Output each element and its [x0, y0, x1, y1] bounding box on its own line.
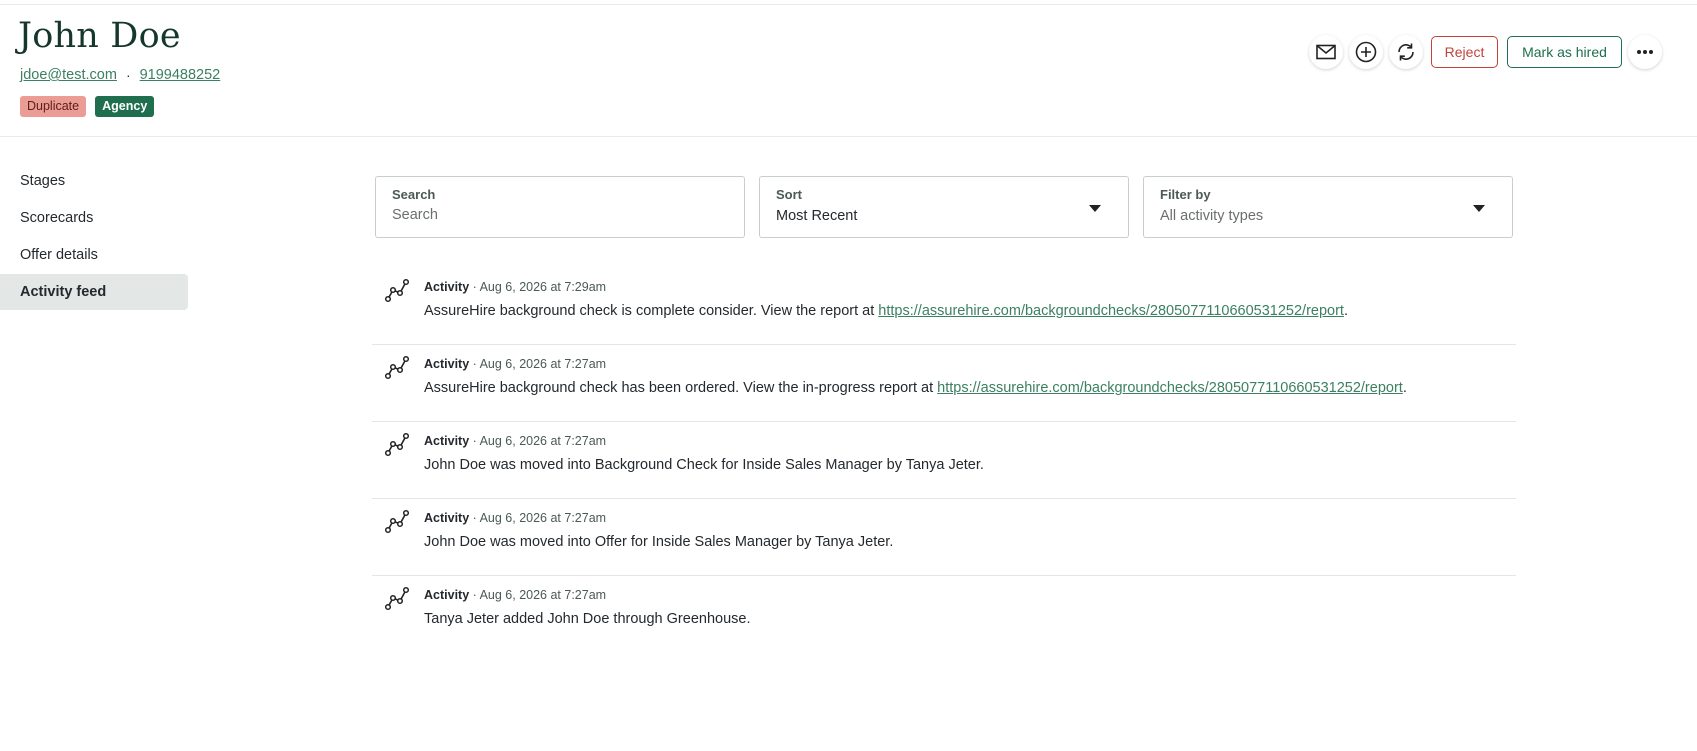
feed-item-message: Tanya Jeter added John Doe through Green… [424, 611, 751, 627]
profile-sidebar: Stages Scorecards Offer details Activity… [0, 163, 188, 311]
search-input[interactable] [392, 207, 728, 223]
feed-item-time: Aug 6, 2026 at 7:27am [479, 357, 607, 371]
search-label: Search [392, 187, 436, 202]
add-button[interactable] [1349, 35, 1383, 69]
activity-icon [384, 586, 410, 611]
feed-item-separator: · [469, 434, 480, 448]
activity-icon [384, 278, 410, 303]
feed-controls: Search Sort Most Recent Filter by All ac… [375, 176, 1513, 238]
feed-item-time: Aug 6, 2026 at 7:27am [479, 588, 607, 602]
feed-item-type: Activity [424, 357, 470, 371]
filter-label: Filter by [1160, 187, 1211, 202]
sort-select[interactable]: Sort Most Recent [759, 176, 1129, 238]
sidebar-item-stages[interactable]: Stages [0, 163, 188, 199]
feed-item-type: Activity [424, 511, 470, 525]
feed-item-type: Activity [424, 434, 470, 448]
feed-item-time: Aug 6, 2026 at 7:27am [479, 511, 607, 525]
email-button[interactable] [1309, 35, 1343, 69]
chevron-down-icon [1089, 205, 1101, 212]
feed-item: Activity · Aug 6, 2026 at 7:27am Tanya Je… [372, 576, 1516, 653]
more-horizontal-icon [1637, 50, 1653, 54]
feed-item-time: Aug 6, 2026 at 7:29am [479, 280, 607, 294]
feed-item: Activity · Aug 6, 2026 at 7:27am John Doe… [372, 422, 1516, 499]
contact-info: jdoe@test.com · 9199488252 [20, 67, 220, 83]
phone-link[interactable]: 9199488252 [140, 67, 221, 83]
reject-button[interactable]: Reject [1431, 36, 1498, 68]
feed-item-text: Tanya Jeter added John Doe through Green… [424, 611, 750, 627]
refresh-icon [1398, 43, 1414, 61]
feed-item-meta: Activity · Aug 6, 2026 at 7:27am [424, 434, 606, 448]
mark-as-hired-button[interactable]: Mark as hired [1507, 36, 1622, 68]
feed-item-meta: Activity · Aug 6, 2026 at 7:29am [424, 280, 606, 294]
feed-item: Activity · Aug 6, 2026 at 7:29am AssureHi… [372, 268, 1516, 345]
filter-select[interactable]: Filter by All activity types [1143, 176, 1513, 238]
feed-item-message: AssureHire background check has been ord… [424, 380, 938, 396]
add-circle-icon [1355, 41, 1377, 63]
feed-item-meta: Activity · Aug 6, 2026 at 7:27am [424, 357, 606, 371]
activity-feed: Activity · Aug 6, 2026 at 7:29am AssureHi… [372, 268, 1516, 653]
sort-value: Most Recent [776, 208, 858, 224]
more-options-button[interactable] [1628, 35, 1662, 69]
activity-icon [384, 432, 410, 457]
feed-item-message: John Doe was moved into Background Check… [424, 457, 984, 473]
feed-item-meta: Activity · Aug 6, 2026 at 7:27am [424, 588, 606, 602]
feed-item-message: AssureHire background check is complete … [424, 303, 879, 319]
email-link[interactable]: jdoe@test.com [20, 67, 117, 83]
activity-icon [384, 509, 410, 534]
sidebar-item-offer-details[interactable]: Offer details [0, 237, 188, 273]
feed-item-separator: · [469, 357, 480, 371]
chevron-down-icon [1473, 205, 1485, 212]
mail-icon [1316, 44, 1336, 60]
sort-label: Sort [776, 187, 802, 202]
feed-item-type: Activity [424, 280, 470, 294]
filter-value: All activity types [1160, 208, 1264, 224]
transfer-button[interactable] [1389, 35, 1423, 69]
feed-item: Activity · Aug 6, 2026 at 7:27am John Doe… [372, 499, 1516, 576]
agency-tag[interactable]: Agency [95, 96, 155, 117]
feed-item-text: AssureHire background check has been ord… [424, 380, 1407, 396]
candidate-name: John Doe [18, 16, 181, 56]
duplicate-tag[interactable]: Duplicate [20, 96, 87, 117]
activity-icon [384, 355, 410, 380]
feed-item: Activity · Aug 6, 2026 at 7:27am AssureHi… [372, 345, 1516, 422]
candidate-tags: Duplicate Agency [20, 96, 155, 117]
feed-item-text: John Doe was moved into Background Check… [424, 457, 984, 473]
search-field[interactable]: Search [375, 176, 745, 238]
feed-item-time: Aug 6, 2026 at 7:27am [479, 434, 607, 448]
sidebar-item-scorecards[interactable]: Scorecards [0, 200, 188, 236]
feed-item-text: John Doe was moved into Offer for Inside… [424, 534, 893, 550]
sidebar-item-activity-feed[interactable]: Activity feed [0, 274, 188, 310]
feed-item-end: . [1343, 303, 1348, 319]
candidate-header: John Doe jdoe@test.com · 9199488252 Dupl… [0, 0, 1697, 137]
feed-item-separator: · [469, 588, 480, 602]
feed-item-type: Activity [424, 588, 470, 602]
report-link[interactable]: https://assurehire.com/backgroundchecks/… [937, 380, 1403, 396]
contact-separator: · [125, 67, 131, 83]
feed-item-separator: · [469, 280, 480, 294]
feed-item-end: . [1402, 380, 1407, 396]
feed-item-meta: Activity · Aug 6, 2026 at 7:27am [424, 511, 606, 525]
feed-item-message: John Doe was moved into Offer for Inside… [424, 534, 894, 550]
feed-item-text: AssureHire background check is complete … [424, 303, 1348, 319]
report-link[interactable]: https://assurehire.com/backgroundchecks/… [878, 303, 1344, 319]
feed-item-separator: · [469, 511, 480, 525]
